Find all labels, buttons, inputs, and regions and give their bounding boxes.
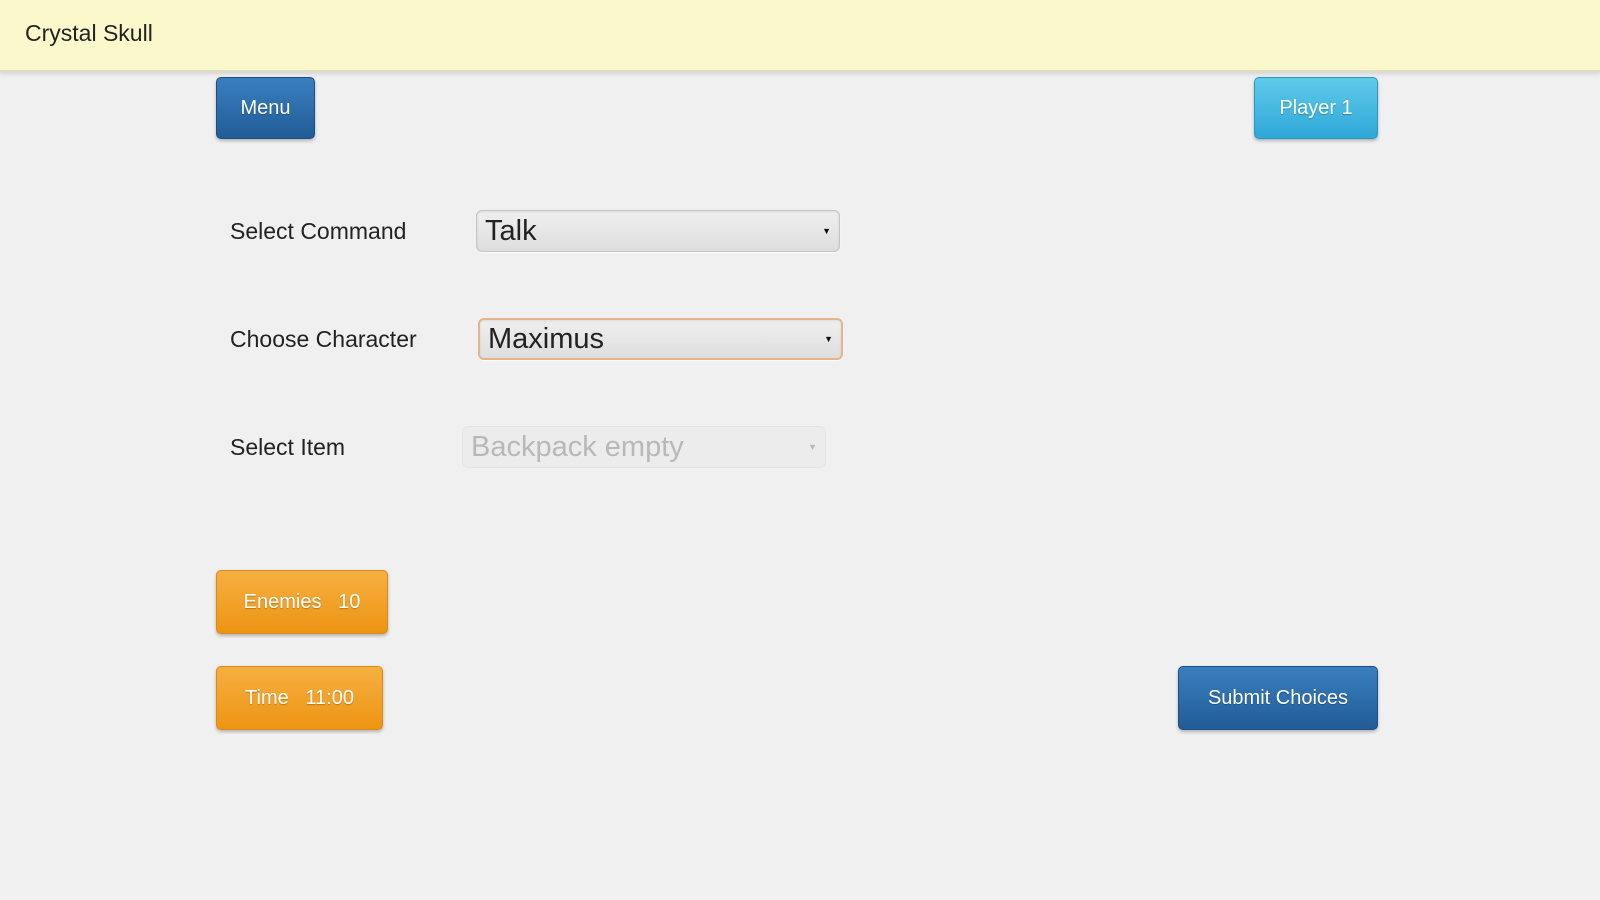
app-title: Crystal Skull bbox=[25, 20, 153, 46]
submit-choices-button[interactable]: Submit Choices bbox=[1178, 666, 1378, 730]
menu-button[interactable]: Menu bbox=[216, 77, 315, 139]
command-select[interactable]: Talk ▼ bbox=[476, 210, 840, 252]
player-button[interactable]: Player 1 bbox=[1254, 77, 1378, 139]
enemies-counter-button[interactable]: Enemies 10 bbox=[216, 570, 388, 634]
app-title-bar: Crystal Skull bbox=[0, 0, 1600, 72]
time-display-button[interactable]: Time 11:00 bbox=[216, 666, 383, 730]
character-select-value: Maximus bbox=[488, 322, 605, 355]
character-select[interactable]: Maximus ▼ bbox=[478, 318, 843, 360]
caret-down-icon: ▼ bbox=[822, 226, 831, 236]
select-item-label: Select Item bbox=[230, 434, 346, 460]
select-command-label: Select Command bbox=[230, 218, 407, 244]
item-select-value: Backpack empty bbox=[471, 430, 684, 463]
caret-down-icon: ▼ bbox=[808, 442, 817, 452]
item-select: Backpack empty ▼ bbox=[462, 426, 826, 468]
caret-down-icon: ▼ bbox=[824, 334, 833, 344]
command-select-value: Talk bbox=[485, 214, 537, 247]
choose-character-label: Choose Character bbox=[230, 326, 417, 352]
